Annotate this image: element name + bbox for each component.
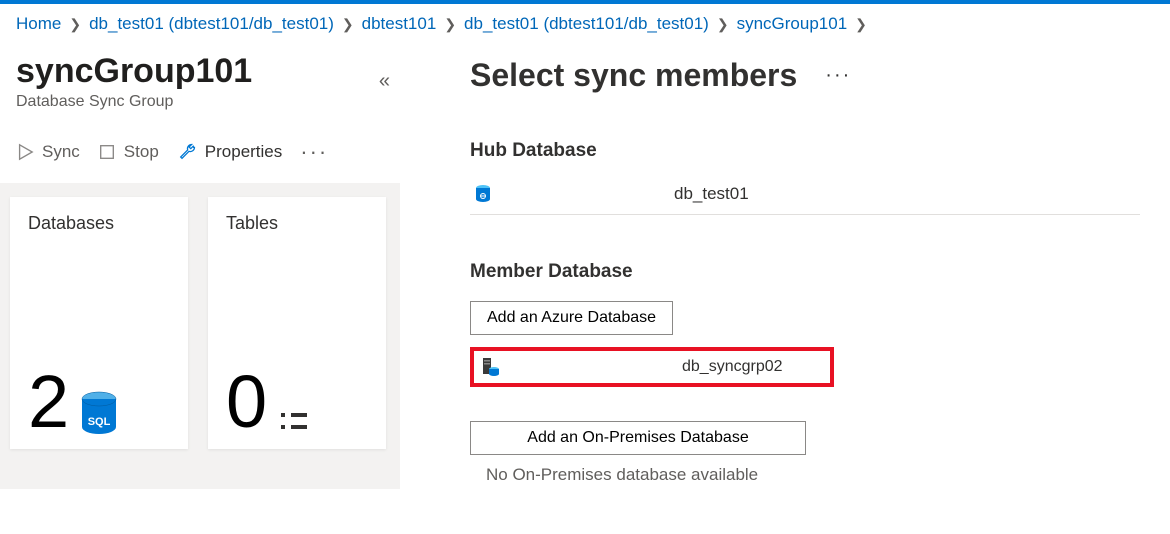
cards-area: Databases 2 SQL Tables 0 — [0, 183, 400, 489]
tables-card[interactable]: Tables 0 — [208, 197, 386, 449]
stop-icon — [98, 143, 116, 161]
page-title: syncGroup101 — [16, 52, 252, 91]
member-database-highlight: db_syncgrp02 — [470, 347, 834, 387]
breadcrumb-home[interactable]: Home — [16, 14, 61, 34]
hub-database-row[interactable]: db_test01 — [470, 174, 1140, 215]
more-button[interactable]: ··· — [300, 139, 328, 165]
databases-card[interactable]: Databases 2 SQL — [10, 197, 188, 449]
properties-button[interactable]: Properties — [177, 142, 282, 162]
breadcrumb-item-1[interactable]: db_test01 (dbtest101/db_test01) — [89, 14, 334, 34]
member-database-section-label: Member Database — [470, 261, 1140, 283]
tables-card-label: Tables — [226, 213, 368, 234]
hub-database-value: db_test01 — [674, 184, 749, 204]
sql-database-icon: SQL — [79, 391, 119, 439]
properties-label: Properties — [205, 142, 282, 162]
add-azure-database-button[interactable]: Add an Azure Database — [470, 301, 673, 335]
member-database-value: db_syncgrp02 — [682, 358, 783, 376]
collapse-button[interactable]: « — [379, 70, 396, 93]
server-database-icon — [482, 357, 500, 377]
chevron-right-icon: ❯ — [69, 16, 81, 33]
add-onprem-database-button[interactable]: Add an On-Premises Database — [470, 421, 806, 455]
sync-label: Sync — [42, 142, 80, 162]
chevron-right-icon: ❯ — [444, 16, 456, 33]
tables-card-value: 0 — [226, 365, 267, 439]
command-bar: Sync Stop Properties ··· — [16, 139, 400, 183]
database-icon — [474, 184, 492, 204]
sync-button[interactable]: Sync — [16, 142, 80, 162]
left-panel: syncGroup101 Database Sync Group « Sync … — [0, 42, 400, 489]
stop-label: Stop — [124, 142, 159, 162]
breadcrumb-item-4[interactable]: syncGroup101 — [737, 14, 848, 34]
tables-icon — [281, 413, 307, 429]
chevron-right-icon: ❯ — [342, 16, 354, 33]
chevron-right-icon: ❯ — [717, 16, 729, 33]
panel-more-button[interactable]: ··· — [825, 64, 851, 87]
panel-title: Select sync members — [470, 57, 797, 94]
breadcrumb-item-3[interactable]: db_test01 (dbtest101/db_test01) — [464, 14, 709, 34]
chevron-right-icon: ❯ — [855, 16, 867, 33]
no-onprem-note: No On-Premises database available — [486, 465, 1140, 485]
breadcrumb-item-2[interactable]: dbtest101 — [362, 14, 437, 34]
hub-database-section-label: Hub Database — [470, 140, 1140, 162]
play-icon — [16, 143, 34, 161]
stop-button[interactable]: Stop — [98, 142, 159, 162]
page-subtitle: Database Sync Group — [16, 93, 252, 111]
databases-card-value: 2 — [28, 365, 69, 439]
svg-text:SQL: SQL — [88, 416, 111, 428]
databases-card-label: Databases — [28, 213, 170, 234]
breadcrumb: Home ❯ db_test01 (dbtest101/db_test01) ❯… — [0, 4, 1170, 42]
wrench-icon — [177, 142, 197, 162]
right-panel: Select sync members ··· Hub Database db_… — [400, 42, 1170, 489]
